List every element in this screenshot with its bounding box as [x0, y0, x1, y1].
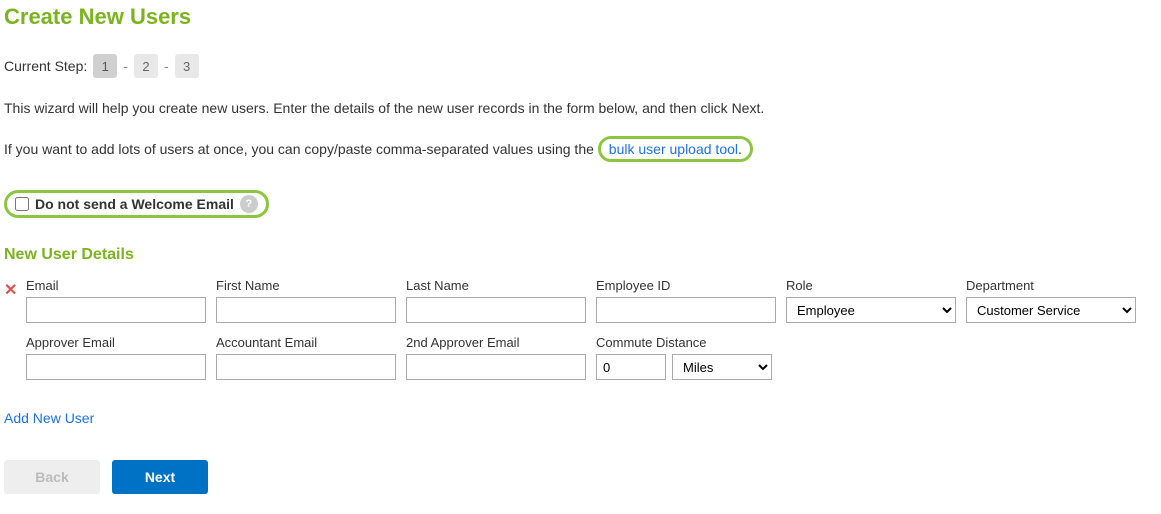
field-email: Email	[26, 278, 206, 323]
no-welcome-email-label[interactable]: Do not send a Welcome Email	[35, 196, 234, 212]
add-new-user-link[interactable]: Add New User	[4, 410, 94, 426]
no-welcome-email-checkbox[interactable]	[15, 197, 29, 211]
label-approver-email: Approver Email	[26, 335, 206, 350]
fields-grid: Email First Name Last Name Employee ID R…	[26, 278, 1157, 380]
step-2[interactable]: 2	[134, 54, 158, 78]
label-employee-id: Employee ID	[596, 278, 776, 293]
bulk-upload-link[interactable]: bulk user upload tool	[609, 141, 738, 157]
step-3[interactable]: 3	[175, 54, 199, 78]
field-department: Department Customer Service	[966, 278, 1136, 323]
select-role[interactable]: Employee	[786, 297, 956, 323]
field-role: Role Employee	[786, 278, 956, 323]
link-prefix: If you want to add lots of users at once…	[4, 141, 598, 157]
step-separator: -	[123, 58, 128, 74]
input-email[interactable]	[26, 297, 206, 323]
label-last-name: Last Name	[406, 278, 586, 293]
input-commute-distance[interactable]	[596, 354, 666, 380]
label-email: Email	[26, 278, 206, 293]
page-title: Create New Users	[4, 4, 1157, 30]
field-second-approver-email: 2nd Approver Email	[406, 335, 586, 380]
field-employee-id: Employee ID	[596, 278, 776, 323]
input-accountant-email[interactable]	[216, 354, 396, 380]
label-accountant-email: Accountant Email	[216, 335, 396, 350]
field-first-name: First Name	[216, 278, 396, 323]
label-role: Role	[786, 278, 956, 293]
welcome-email-highlight: Do not send a Welcome Email ?	[4, 190, 269, 218]
input-second-approver-email[interactable]	[406, 354, 586, 380]
current-step-label: Current Step:	[4, 58, 87, 74]
label-second-approver-email: 2nd Approver Email	[406, 335, 586, 350]
input-employee-id[interactable]	[596, 297, 776, 323]
button-row: Back Next	[4, 460, 1157, 494]
user-row: ✕ Email First Name Last Name Employee ID…	[4, 278, 1157, 380]
input-approver-email[interactable]	[26, 354, 206, 380]
label-commute-distance: Commute Distance	[596, 335, 776, 350]
link-suffix: .	[738, 141, 742, 157]
step-1[interactable]: 1	[93, 54, 117, 78]
back-button: Back	[4, 460, 100, 494]
help-icon[interactable]: ?	[240, 195, 258, 213]
input-last-name[interactable]	[406, 297, 586, 323]
step-separator: -	[164, 58, 169, 74]
delete-row-icon[interactable]: ✕	[4, 278, 20, 300]
field-commute-distance: Commute Distance Miles	[596, 335, 776, 380]
intro-text: This wizard will help you create new use…	[4, 100, 1157, 116]
field-approver-email: Approver Email	[26, 335, 206, 380]
label-first-name: First Name	[216, 278, 396, 293]
label-department: Department	[966, 278, 1136, 293]
select-department[interactable]: Customer Service	[966, 297, 1136, 323]
step-indicator: Current Step: 1 - 2 - 3	[4, 54, 1157, 78]
bulk-upload-row: If you want to add lots of users at once…	[4, 136, 1157, 162]
section-title: New User Details	[4, 246, 1157, 264]
next-button[interactable]: Next	[112, 460, 208, 494]
select-commute-unit[interactable]: Miles	[672, 354, 772, 380]
field-last-name: Last Name	[406, 278, 586, 323]
input-first-name[interactable]	[216, 297, 396, 323]
field-accountant-email: Accountant Email	[216, 335, 396, 380]
bulk-upload-highlight: bulk user upload tool.	[598, 136, 753, 162]
